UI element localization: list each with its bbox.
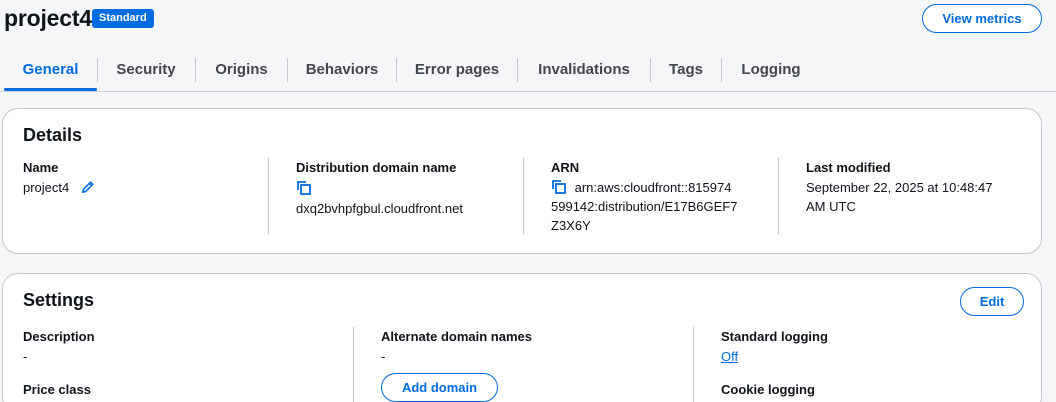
alternate-domains-value: - (381, 349, 386, 364)
standard-logging-field: Standard logging Off (721, 327, 1021, 366)
pencil-icon[interactable] (81, 180, 95, 194)
domain-field: Distribution domain name dxq2bvhpfgbul.c… (296, 158, 516, 218)
column-divider (523, 158, 524, 234)
tabs-divider (0, 91, 1056, 92)
arn-value-line2: 599142:distribution/E17B6GEF7 (551, 199, 738, 214)
add-domain-button[interactable]: Add domain (381, 373, 498, 402)
details-title: Details (23, 125, 83, 145)
last-modified-label: Last modified (806, 160, 891, 175)
settings-title: Settings (23, 290, 95, 310)
alternate-domains-field: Alternate domain names - (381, 327, 681, 366)
description-field: Description - (23, 327, 343, 366)
copy-icon[interactable] (296, 180, 312, 196)
copy-icon[interactable] (551, 179, 567, 195)
last-modified-field: Last modified September 22, 2025 at 10:4… (806, 158, 1036, 216)
page-title: project4 (4, 5, 92, 31)
arn-value-line1: arn:aws:cloudfront::815974 (574, 180, 732, 195)
last-modified-line1: September 22, 2025 at 10:48:47 (806, 180, 993, 195)
page-header: project4 Standard View metrics (0, 0, 1056, 44)
cookie-logging-label: Cookie logging (721, 382, 815, 397)
domain-label: Distribution domain name (296, 160, 457, 175)
tab-invalidations[interactable]: Invalidations (518, 52, 650, 88)
name-label: Name (23, 160, 59, 175)
name-value: project4 (23, 180, 70, 195)
column-divider (778, 158, 779, 234)
column-divider (353, 327, 354, 402)
tab-error-pages[interactable]: Error pages (397, 52, 517, 88)
last-modified-line2: AM UTC (806, 199, 856, 214)
status-badge: Standard (92, 9, 154, 28)
details-panel: Details Name project4 Distribution domai… (2, 108, 1042, 254)
tab-origins[interactable]: Origins (196, 52, 287, 88)
arn-field: ARN arn:aws:cloudfront::815974 599142:di… (551, 158, 771, 235)
arn-value-line3: Z3X6Y (551, 218, 591, 233)
tab-security[interactable]: Security (98, 52, 194, 88)
view-metrics-button[interactable]: View metrics (922, 4, 1042, 33)
tab-bar: General Security Origins Behaviors Error… (0, 52, 1056, 92)
column-divider (693, 327, 694, 402)
tab-behaviors[interactable]: Behaviors (288, 52, 396, 88)
alternate-domains-label: Alternate domain names (381, 329, 532, 344)
settings-panel: Settings Edit Description - Price class … (2, 273, 1042, 402)
description-value: - (23, 349, 28, 364)
price-class-label: Price class (23, 382, 91, 397)
cookie-logging-field: Cookie logging (721, 380, 1021, 400)
tab-logging[interactable]: Logging (722, 52, 820, 88)
tab-tags[interactable]: Tags (651, 52, 721, 88)
domain-value: dxq2bvhpfgbul.cloudfront.net (296, 201, 463, 216)
description-label: Description (23, 329, 95, 344)
name-field: Name project4 (23, 158, 263, 197)
arn-label: ARN (551, 160, 580, 175)
column-divider (268, 158, 269, 234)
tab-general[interactable]: General (4, 52, 97, 88)
standard-logging-label: Standard logging (721, 329, 828, 344)
price-class-field: Price class (23, 380, 343, 400)
standard-logging-link[interactable]: Off (721, 349, 738, 364)
edit-settings-button[interactable]: Edit (960, 287, 1024, 316)
